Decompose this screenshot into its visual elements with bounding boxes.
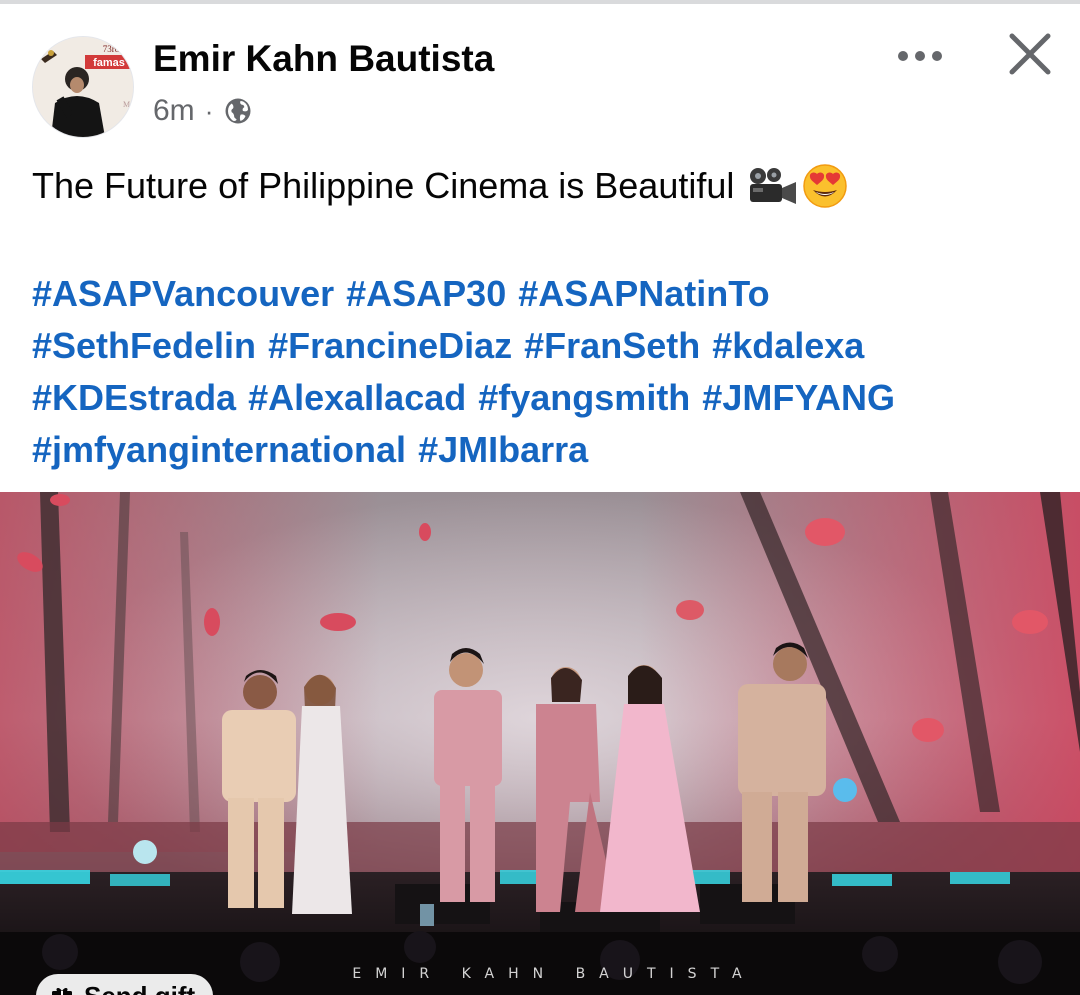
hashtag-link[interactable]: #KDEstrada (32, 372, 236, 424)
hashtag-line: #SethFedelin #FrancineDiaz #FranSeth #kd… (32, 320, 1062, 372)
hashtag-link[interactable]: #fyangsmith (478, 372, 690, 424)
hashtag-link[interactable]: #JMFYANG (702, 372, 895, 424)
avatar-image: famas 73rd M D (33, 37, 133, 137)
hashtag-link[interactable]: #SethFedelin (32, 320, 256, 372)
post-page: famas 73rd M D Emir Kahn Bautista 6m · (0, 0, 1080, 995)
heart-eyes-emoji (803, 164, 848, 208)
more-horizontal-icon (898, 51, 942, 61)
close-icon (1009, 33, 1051, 75)
timestamp[interactable]: 6m (153, 94, 195, 128)
author-name[interactable]: Emir Kahn Bautista (153, 38, 494, 80)
hashtag-link[interactable]: #FrancineDiaz (268, 320, 512, 372)
hashtag-link[interactable]: #ASAPVancouver (32, 268, 334, 320)
hashtag-link[interactable]: #ASAP30 (346, 268, 506, 320)
post-text: The Future of Philippine Cinema is Beaut… (32, 163, 1052, 209)
hashtag-link[interactable]: #jmfyanginternational (32, 424, 406, 476)
hashtag-link[interactable]: #ASAPNatinTo (518, 268, 769, 320)
more-options-button[interactable] (888, 32, 952, 80)
hashtag-block: #ASAPVancouver #ASAP30 #ASAPNatinTo #Set… (32, 268, 1062, 476)
hashtag-line: #ASAPVancouver #ASAP30 #ASAPNatinTo (32, 268, 1062, 320)
post-photo[interactable] (0, 492, 1080, 995)
hashtag-link[interactable]: #AlexaIlacad (248, 372, 466, 424)
post-meta: 6m · (153, 92, 253, 130)
send-gift-button[interactable]: Send gift (36, 974, 214, 995)
movie-camera-emoji (750, 168, 797, 204)
send-gift-label: Send gift (84, 981, 195, 995)
hashtag-link[interactable]: #kdalexa (712, 320, 864, 372)
emoji-group (746, 163, 848, 209)
post-header: famas 73rd M D Emir Kahn Bautista 6m · (0, 0, 1080, 150)
concert-stage-image (0, 492, 1080, 995)
avatar[interactable]: famas 73rd M D (32, 36, 134, 138)
hashtag-link[interactable]: #FranSeth (524, 320, 700, 372)
avatar-badge-text: famas (93, 57, 125, 69)
gift-icon (52, 987, 72, 995)
close-button[interactable] (998, 26, 1062, 82)
meta-separator: · (204, 95, 214, 126)
svg-text:M D: M D (123, 100, 133, 109)
avatar-badge-number: 73rd (103, 44, 120, 54)
hashtag-line: #KDEstrada #AlexaIlacad #fyangsmith #JMF… (32, 372, 1062, 424)
post-text-content: The Future of Philippine Cinema is Beaut… (32, 165, 735, 206)
hashtag-link[interactable]: #JMIbarra (418, 424, 588, 476)
globe-icon[interactable] (223, 96, 253, 126)
hashtag-line: #jmfyanginternational #JMIbarra (32, 424, 1062, 476)
